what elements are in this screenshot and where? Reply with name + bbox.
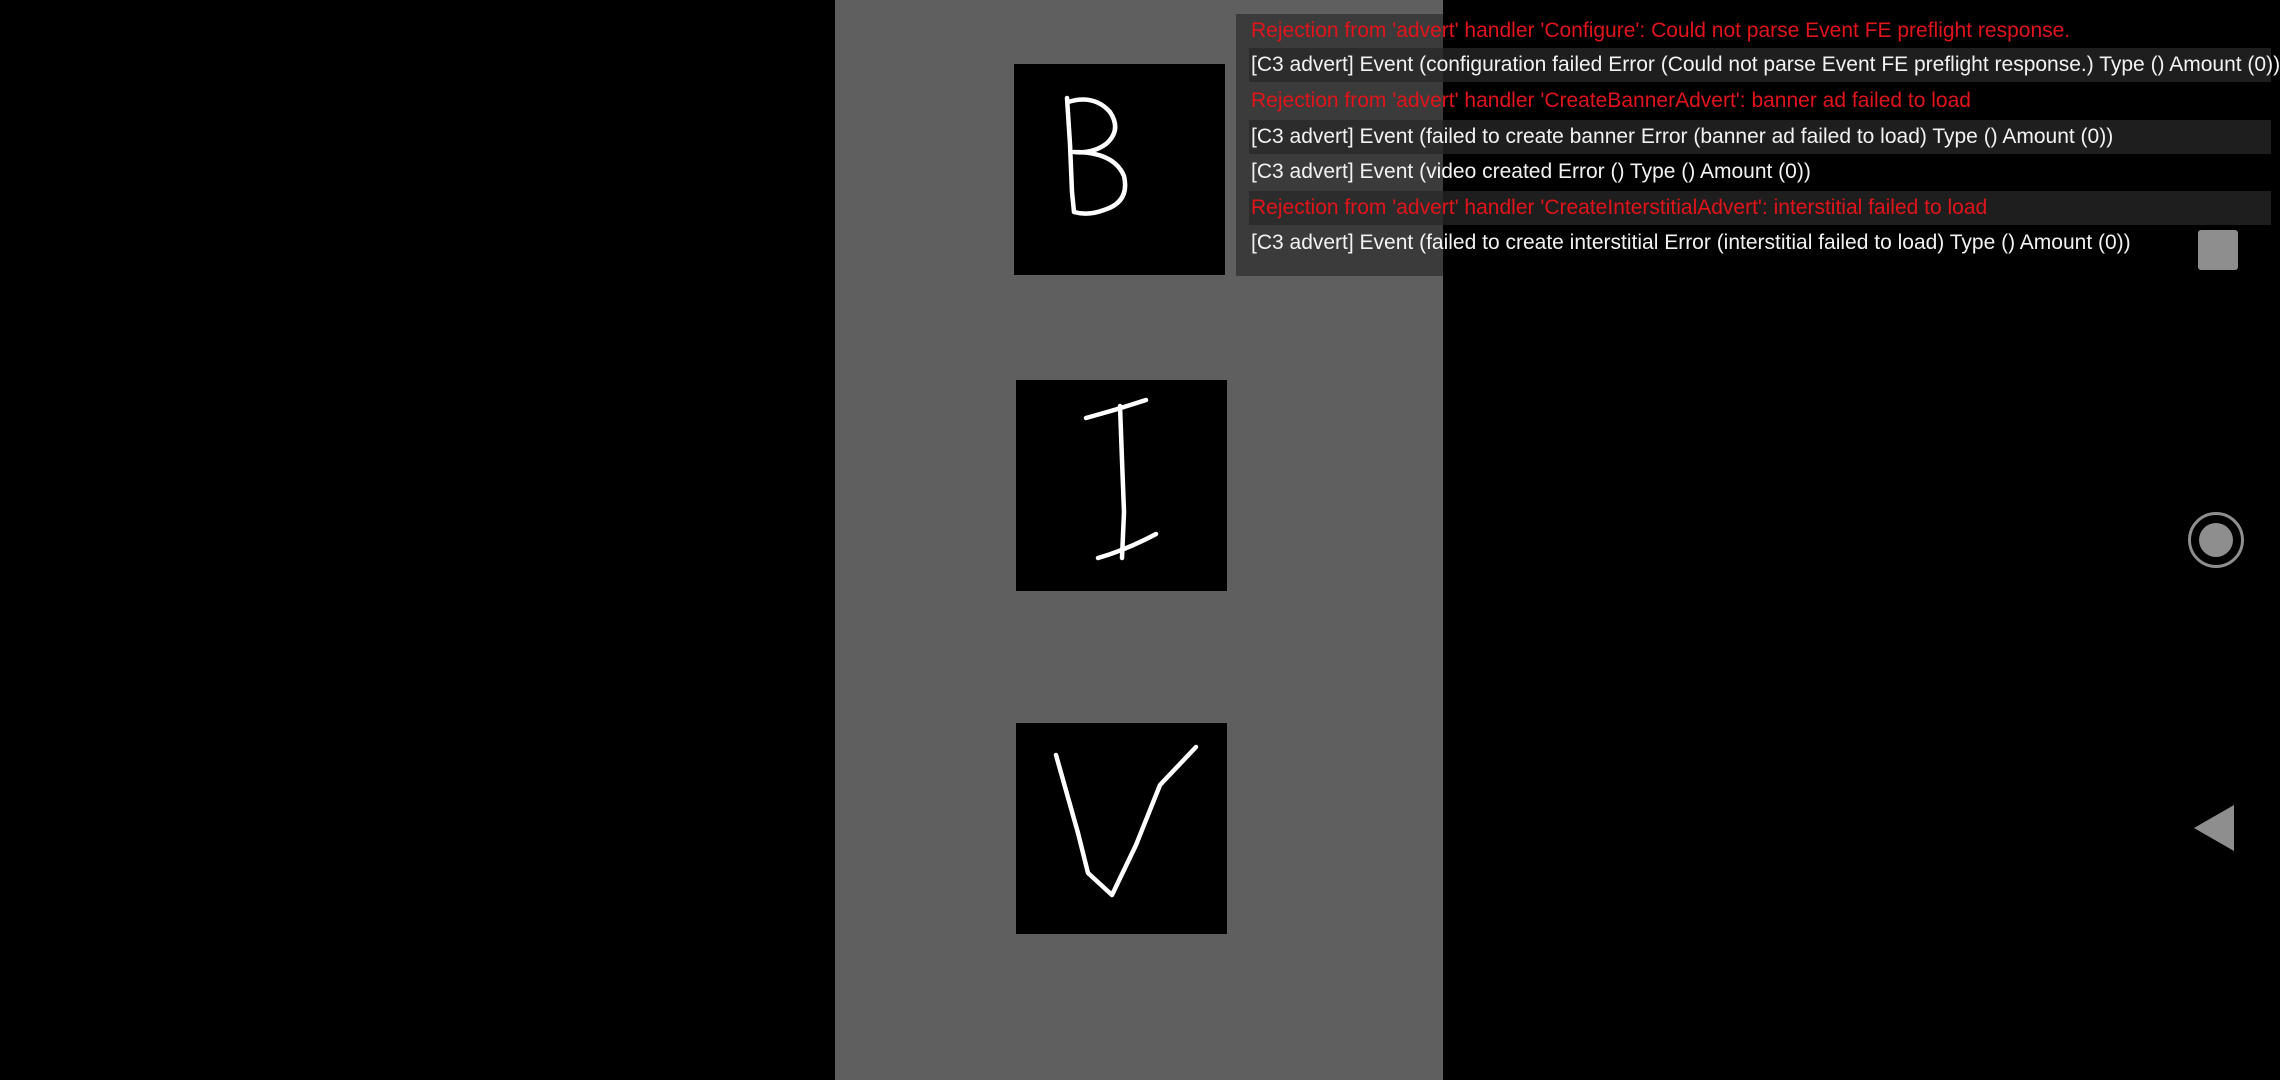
navigation-bar — [2180, 0, 2280, 1080]
log-line-1: Rejection from 'advert' handler 'Configu… — [1251, 19, 2071, 42]
letter-card-v[interactable]: V — [1016, 723, 1227, 934]
back-triangle-icon[interactable] — [2194, 805, 2234, 851]
letter-card-i[interactable]: I — [1016, 380, 1227, 591]
handwritten-b-icon — [1064, 95, 1128, 216]
log-line-7: [C3 advert] Event (failed to create inte… — [1251, 231, 2131, 254]
home-circle-icon[interactable] — [2188, 512, 2244, 568]
debug-console: Rejection from 'advert' handler 'Configu… — [1236, 14, 2280, 276]
log-line-5: [C3 advert] Event (video created Error (… — [1251, 160, 1811, 183]
log-line-6: Rejection from 'advert' handler 'CreateI… — [1249, 191, 2271, 225]
handwritten-v-icon — [1053, 744, 1199, 898]
log-line-2: [C3 advert] Event (configuration failed … — [1249, 48, 2280, 82]
handwritten-i-icon — [1083, 397, 1159, 561]
log-line-4: [C3 advert] Event (failed to create bann… — [1249, 120, 2271, 154]
recents-square-icon[interactable] — [2198, 230, 2238, 270]
letter-card-b[interactable]: B — [1014, 64, 1225, 275]
log-line-3: Rejection from 'advert' handler 'CreateB… — [1251, 89, 1971, 112]
screen: B I V Rejection from 'advert' handler 'C… — [0, 0, 2280, 1080]
